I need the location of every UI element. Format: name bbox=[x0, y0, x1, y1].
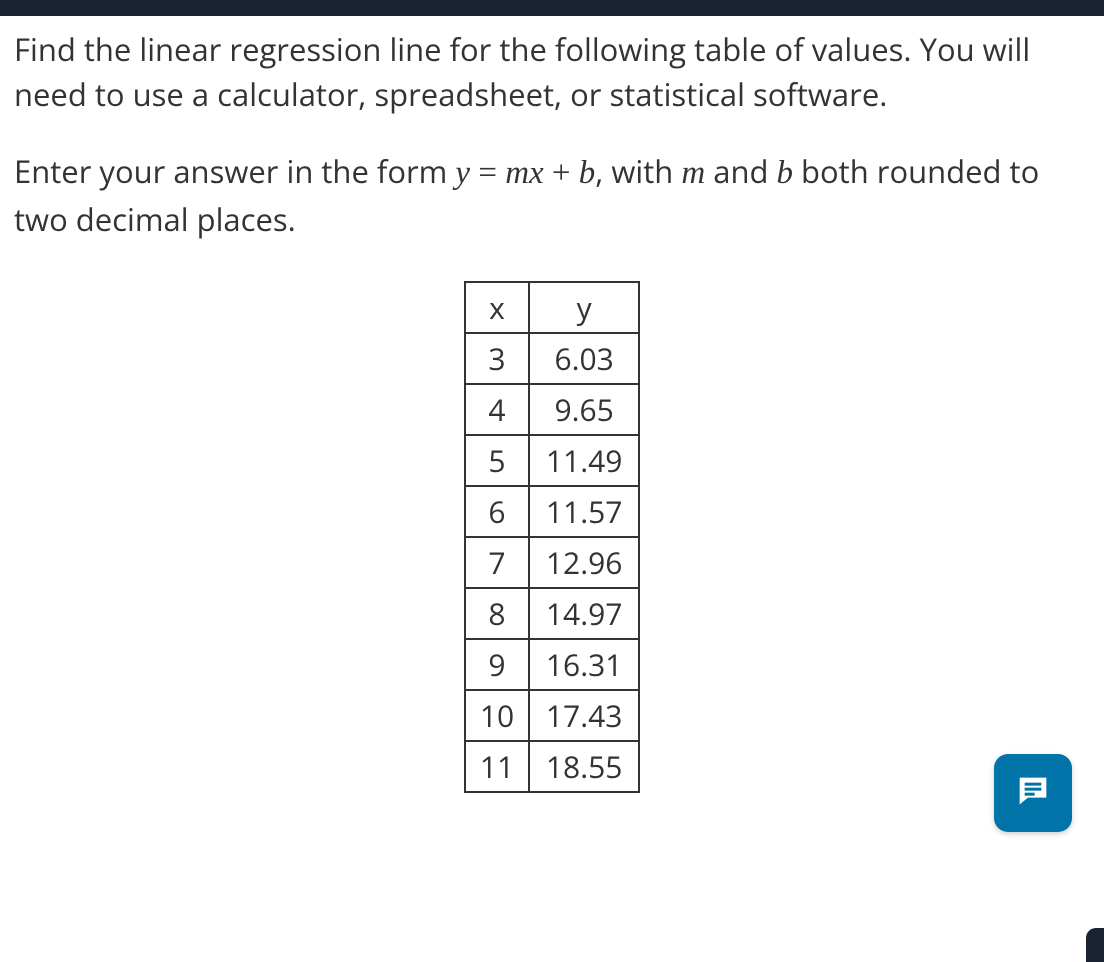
table-row: 814.97 bbox=[465, 588, 639, 639]
chat-button[interactable] bbox=[994, 754, 1072, 832]
top-bar bbox=[0, 0, 1104, 16]
table-row: 1017.43 bbox=[465, 690, 639, 741]
cell-y: 17.43 bbox=[529, 690, 639, 741]
form-instruction: Enter your answer in the form y = mx + b… bbox=[14, 150, 1090, 243]
cell-y: 6.03 bbox=[529, 333, 639, 384]
cell-y: 12.96 bbox=[529, 537, 639, 588]
table-row: 1118.55 bbox=[465, 741, 639, 792]
eq-mx: mx bbox=[505, 155, 543, 191]
chat-icon bbox=[1013, 771, 1053, 816]
table-row: 611.57 bbox=[465, 486, 639, 537]
cell-x: 6 bbox=[465, 486, 529, 537]
table-row: 511.49 bbox=[465, 435, 639, 486]
header-x: x bbox=[465, 282, 529, 333]
cell-x: 4 bbox=[465, 384, 529, 435]
cell-y: 14.97 bbox=[529, 588, 639, 639]
var-m: m bbox=[681, 155, 705, 191]
table-row: 36.03 bbox=[465, 333, 639, 384]
table-row: 916.31 bbox=[465, 639, 639, 690]
table-row: 712.96 bbox=[465, 537, 639, 588]
cell-y: 9.65 bbox=[529, 384, 639, 435]
header-y: y bbox=[529, 282, 639, 333]
cell-x: 9 bbox=[465, 639, 529, 690]
form-text-2: , with bbox=[595, 151, 681, 193]
cell-x: 10 bbox=[465, 690, 529, 741]
instruction-text: Find the linear regression line for the … bbox=[14, 28, 1090, 118]
eq-plus: + bbox=[544, 155, 579, 191]
eq-y: y bbox=[455, 155, 470, 191]
table-header-row: x y bbox=[465, 282, 639, 333]
corner-decoration bbox=[1086, 928, 1104, 962]
form-text-1: Enter your answer in the form bbox=[14, 151, 455, 193]
cell-y: 16.31 bbox=[529, 639, 639, 690]
form-text-3: and bbox=[705, 151, 776, 193]
table-row: 49.65 bbox=[465, 384, 639, 435]
data-table: x y 36.0349.65511.49611.57712.96814.9791… bbox=[464, 281, 640, 793]
cell-y: 11.49 bbox=[529, 435, 639, 486]
cell-x: 8 bbox=[465, 588, 529, 639]
cell-x: 5 bbox=[465, 435, 529, 486]
question-content: Find the linear regression line for the … bbox=[0, 16, 1104, 793]
cell-y: 11.57 bbox=[529, 486, 639, 537]
eq-b: b bbox=[579, 155, 596, 191]
table-wrapper: x y 36.0349.65511.49611.57712.96814.9791… bbox=[14, 281, 1090, 793]
cell-x: 11 bbox=[465, 741, 529, 792]
cell-x: 7 bbox=[465, 537, 529, 588]
cell-y: 18.55 bbox=[529, 741, 639, 792]
eq-equals: = bbox=[470, 155, 505, 191]
cell-x: 3 bbox=[465, 333, 529, 384]
var-b: b bbox=[777, 155, 794, 191]
